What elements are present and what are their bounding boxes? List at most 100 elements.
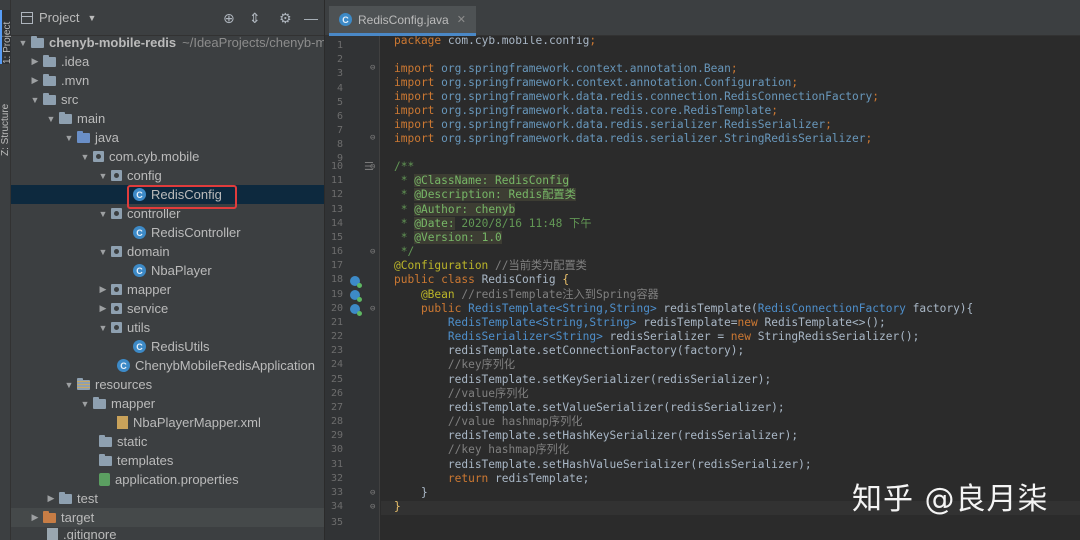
javadoc-toggle-icon[interactable]: ☰ bbox=[364, 160, 374, 173]
gear-icon[interactable]: ⚙ bbox=[279, 10, 292, 27]
project-panel-header: Project ▼ ⊕ ⇕ ⚙ — bbox=[11, 0, 324, 36]
close-icon[interactable]: ✕ bbox=[457, 13, 466, 26]
tree-item-redisutils[interactable]: C RedisUtils bbox=[11, 337, 324, 356]
chevron-right-icon[interactable]: ▶ bbox=[97, 303, 109, 314]
chevron-down-icon[interactable]: ▼ bbox=[45, 114, 57, 124]
line-number: 18 bbox=[330, 274, 343, 285]
chevron-down-icon[interactable]: ▼ bbox=[79, 399, 91, 409]
tree-item-project-root[interactable]: ▼ chenyb-mobile-redis ~/IdeaProjects/cheny… bbox=[11, 33, 324, 52]
code-line: import org.springframework.data.redis.co… bbox=[394, 104, 778, 117]
chevron-down-icon[interactable]: ▼ bbox=[17, 38, 29, 48]
tree-item-main[interactable]: ▼ main bbox=[11, 109, 324, 128]
line-number: 32 bbox=[330, 473, 343, 484]
line-number: 28 bbox=[330, 416, 343, 427]
line-number: 29 bbox=[330, 430, 343, 441]
code-line: * @ClassName: RedisConfig bbox=[394, 174, 570, 187]
chevron-down-icon[interactable]: ▼ bbox=[97, 171, 109, 181]
chevron-right-icon[interactable]: ▶ bbox=[45, 493, 57, 504]
chevron-right-icon[interactable]: ▶ bbox=[29, 56, 41, 67]
chevron-down-icon[interactable]: ▼ bbox=[63, 133, 75, 143]
fold-icon[interactable]: ⊖ bbox=[370, 488, 375, 498]
locate-icon[interactable]: ⊕ bbox=[223, 10, 235, 27]
code-line: @Configuration //当前类为配置类 bbox=[394, 259, 587, 272]
chevron-down-icon[interactable]: ▼ bbox=[97, 323, 109, 333]
tree-item-mvn[interactable]: ▶ .mvn bbox=[11, 71, 324, 90]
tree-item-service[interactable]: ▶ service bbox=[11, 299, 324, 318]
tree-item-application-properties[interactable]: application.properties bbox=[11, 470, 324, 489]
tree-item-mapper-folder[interactable]: ▼ mapper bbox=[11, 394, 324, 413]
chevron-right-icon[interactable]: ▶ bbox=[29, 75, 41, 86]
code-line: * @Author: chenyb bbox=[394, 203, 516, 216]
chevron-down-icon[interactable]: ▼ bbox=[97, 247, 109, 257]
tree-item-nbaplayermapper-xml[interactable]: NbaPlayerMapper.xml bbox=[11, 413, 324, 432]
code-line: @Bean //redisTemplate注入到Spring容器 bbox=[394, 288, 659, 301]
tree-item-test[interactable]: ▶ test bbox=[11, 489, 324, 508]
chevron-right-icon[interactable]: ▶ bbox=[97, 284, 109, 295]
tree-item-rediscontroller[interactable]: C RedisController bbox=[11, 223, 324, 242]
chevron-down-icon[interactable]: ▼ bbox=[79, 152, 91, 162]
collapse-all-icon[interactable]: ⇕ bbox=[249, 10, 261, 27]
tree-item-static[interactable]: static bbox=[11, 432, 324, 451]
package-icon bbox=[111, 170, 122, 181]
chevron-right-icon[interactable]: ▶ bbox=[29, 512, 41, 523]
code-line: RedisTemplate<String,String> redisTempla… bbox=[394, 316, 886, 329]
code-line: //key序列化 bbox=[394, 358, 516, 371]
chevron-down-icon[interactable]: ▼ bbox=[87, 13, 96, 23]
highlight-box bbox=[127, 185, 237, 209]
tree-item-java[interactable]: ▼ java bbox=[11, 128, 324, 147]
structure-tool-button[interactable]: Z: Structure bbox=[0, 96, 11, 156]
chevron-down-icon[interactable]: ▼ bbox=[63, 380, 75, 390]
code-line: //key hashmap序列化 bbox=[394, 443, 570, 456]
tree-item-templates[interactable]: templates bbox=[11, 451, 324, 470]
chevron-down-icon[interactable]: ▼ bbox=[97, 209, 109, 219]
line-number: 35 bbox=[330, 517, 343, 528]
package-icon bbox=[111, 208, 122, 219]
tree-item-resources[interactable]: ▼ resources bbox=[11, 375, 324, 394]
tree-item-domain[interactable]: ▼ domain bbox=[11, 242, 324, 261]
resources-folder-icon bbox=[77, 377, 90, 390]
project-view-selector[interactable]: Project bbox=[39, 10, 79, 25]
spring-bean-gutter-icon[interactable] bbox=[350, 304, 362, 316]
line-number: 31 bbox=[330, 459, 343, 470]
line-number: 21 bbox=[330, 317, 343, 328]
tree-item-application-class[interactable]: C ChenybMobileRedisApplication bbox=[11, 356, 324, 375]
tree-item-utils[interactable]: ▼ utils bbox=[11, 318, 324, 337]
fold-icon[interactable]: ⊖ bbox=[370, 247, 375, 257]
code-editor[interactable]: package com.cyb.mobile.config; import or… bbox=[381, 36, 1080, 540]
fold-icon[interactable]: ⊖ bbox=[370, 304, 375, 314]
spring-bean-gutter-icon[interactable] bbox=[350, 290, 362, 302]
hide-panel-icon[interactable]: — bbox=[304, 10, 318, 26]
line-number: 3 bbox=[336, 68, 343, 79]
line-number: 10 bbox=[330, 161, 343, 172]
tree-item-gitignore[interactable]: .gitignore bbox=[11, 525, 324, 540]
tree-item-com-cyb-mobile[interactable]: ▼ com.cyb.mobile bbox=[11, 147, 324, 166]
tool-window-strip: 1: Project Z: Structure bbox=[0, 0, 13, 540]
tree-item-mapper-package[interactable]: ▶ mapper bbox=[11, 280, 324, 299]
line-number: 2 bbox=[336, 54, 343, 65]
chevron-down-icon[interactable]: ▼ bbox=[29, 95, 41, 105]
tree-item-nbaplayer[interactable]: C NbaPlayer bbox=[11, 261, 324, 280]
project-tool-button[interactable]: 1: Project bbox=[0, 10, 13, 64]
tree-item-src[interactable]: ▼ src bbox=[11, 90, 324, 109]
fold-icon[interactable]: ⊖ bbox=[370, 133, 375, 143]
code-line: package com.cyb.mobile.config; bbox=[394, 36, 597, 47]
fold-icon[interactable]: ⊖ bbox=[370, 502, 375, 512]
code-line: } bbox=[394, 500, 401, 513]
code-line: */ bbox=[394, 245, 415, 258]
spring-bean-gutter-icon[interactable] bbox=[350, 276, 362, 288]
line-number: 24 bbox=[330, 359, 343, 370]
fold-icon[interactable]: ⊖ bbox=[370, 63, 375, 73]
code-line: public RedisTemplate<String,String> redi… bbox=[394, 302, 974, 315]
tab-redisconfig-java[interactable]: C RedisConfig.java ✕ bbox=[329, 6, 476, 36]
tree-item-config[interactable]: ▼ config bbox=[11, 166, 324, 185]
class-icon: C bbox=[133, 226, 146, 239]
line-number: 30 bbox=[330, 444, 343, 455]
line-number: 34 bbox=[330, 501, 343, 512]
tree-item-idea[interactable]: ▶ .idea bbox=[11, 52, 324, 71]
code-line: redisTemplate.setHashKeySerializer(redis… bbox=[394, 429, 799, 442]
line-number: 17 bbox=[330, 260, 343, 271]
line-number: 27 bbox=[330, 402, 343, 413]
package-icon bbox=[111, 284, 122, 295]
folder-icon bbox=[43, 54, 56, 67]
code-line: return redisTemplate; bbox=[394, 472, 590, 485]
